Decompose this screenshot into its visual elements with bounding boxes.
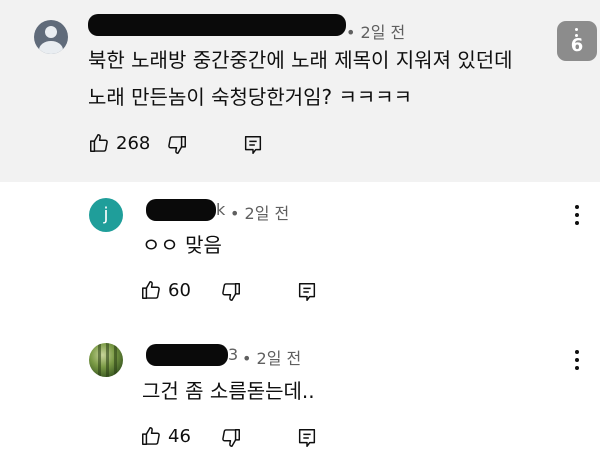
top-comment: • 2일 전 북한 노래방 중간중간에 노래 제목이 지워져 있던데 노래 만든…: [0, 0, 600, 182]
reply-timestamp: • 2일 전: [230, 204, 290, 223]
reply-icon: [244, 136, 262, 154]
reply-button[interactable]: [296, 427, 318, 449]
comment-text-line2: 노래 만든놈이 숙청당한거임? ㅋㅋㅋㅋ: [88, 85, 413, 109]
more-vert-icon[interactable]: [567, 346, 587, 374]
reply-button[interactable]: [296, 281, 318, 303]
more-vert-icon[interactable]: [567, 201, 587, 229]
reply-text: ㅇㅇ 맞음: [142, 233, 222, 257]
dislike-button[interactable]: [166, 134, 188, 156]
thumbs-down-icon: [222, 429, 240, 447]
avatar-body-shape: [39, 41, 63, 54]
username-suffix: 3: [228, 345, 239, 364]
user-avatar[interactable]: [34, 20, 68, 54]
thumbs-up-icon: [142, 427, 160, 445]
reply-icon: [298, 283, 316, 301]
reply-button[interactable]: [242, 134, 264, 156]
like-count: 60: [168, 279, 191, 301]
thumbs-up-icon: [142, 281, 160, 299]
redacted-username: [88, 14, 346, 36]
comment-text-line1: 북한 노래방 중간중간에 노래 제목이 지워져 있던데: [88, 48, 513, 72]
dislike-button[interactable]: [220, 281, 242, 303]
bamboo-stalk-shape: [98, 343, 101, 377]
bamboo-stalk-shape: [114, 343, 117, 377]
reply-timestamp: • 2일 전: [242, 349, 302, 368]
dislike-button[interactable]: [220, 427, 242, 449]
like-button[interactable]: 268: [88, 132, 150, 154]
reply-text: 그건 좀 소름돋는데..: [142, 379, 315, 403]
more-options-badge[interactable]: 6: [557, 21, 597, 61]
like-button[interactable]: 60: [140, 279, 191, 301]
like-button[interactable]: 46: [140, 425, 191, 447]
avatar-head-shape: [45, 26, 57, 38]
badge-count: 6: [570, 34, 584, 56]
redacted-username: [146, 344, 228, 366]
avatar-letter: j: [103, 204, 109, 225]
reply-avatar[interactable]: j: [89, 198, 123, 232]
thumbs-down-icon: [222, 283, 240, 301]
reply-avatar[interactable]: [89, 343, 123, 377]
thumbs-up-icon: [90, 134, 108, 152]
like-count: 268: [116, 132, 151, 154]
like-count: 46: [168, 425, 191, 447]
comment-timestamp: • 2일 전: [346, 23, 406, 42]
redacted-username: [146, 199, 216, 221]
more-vert-icon: [575, 28, 578, 37]
thumbs-down-icon: [168, 136, 186, 154]
bamboo-stalk-shape: [106, 343, 109, 377]
reply-icon: [298, 429, 316, 447]
username-suffix: k: [216, 200, 226, 219]
